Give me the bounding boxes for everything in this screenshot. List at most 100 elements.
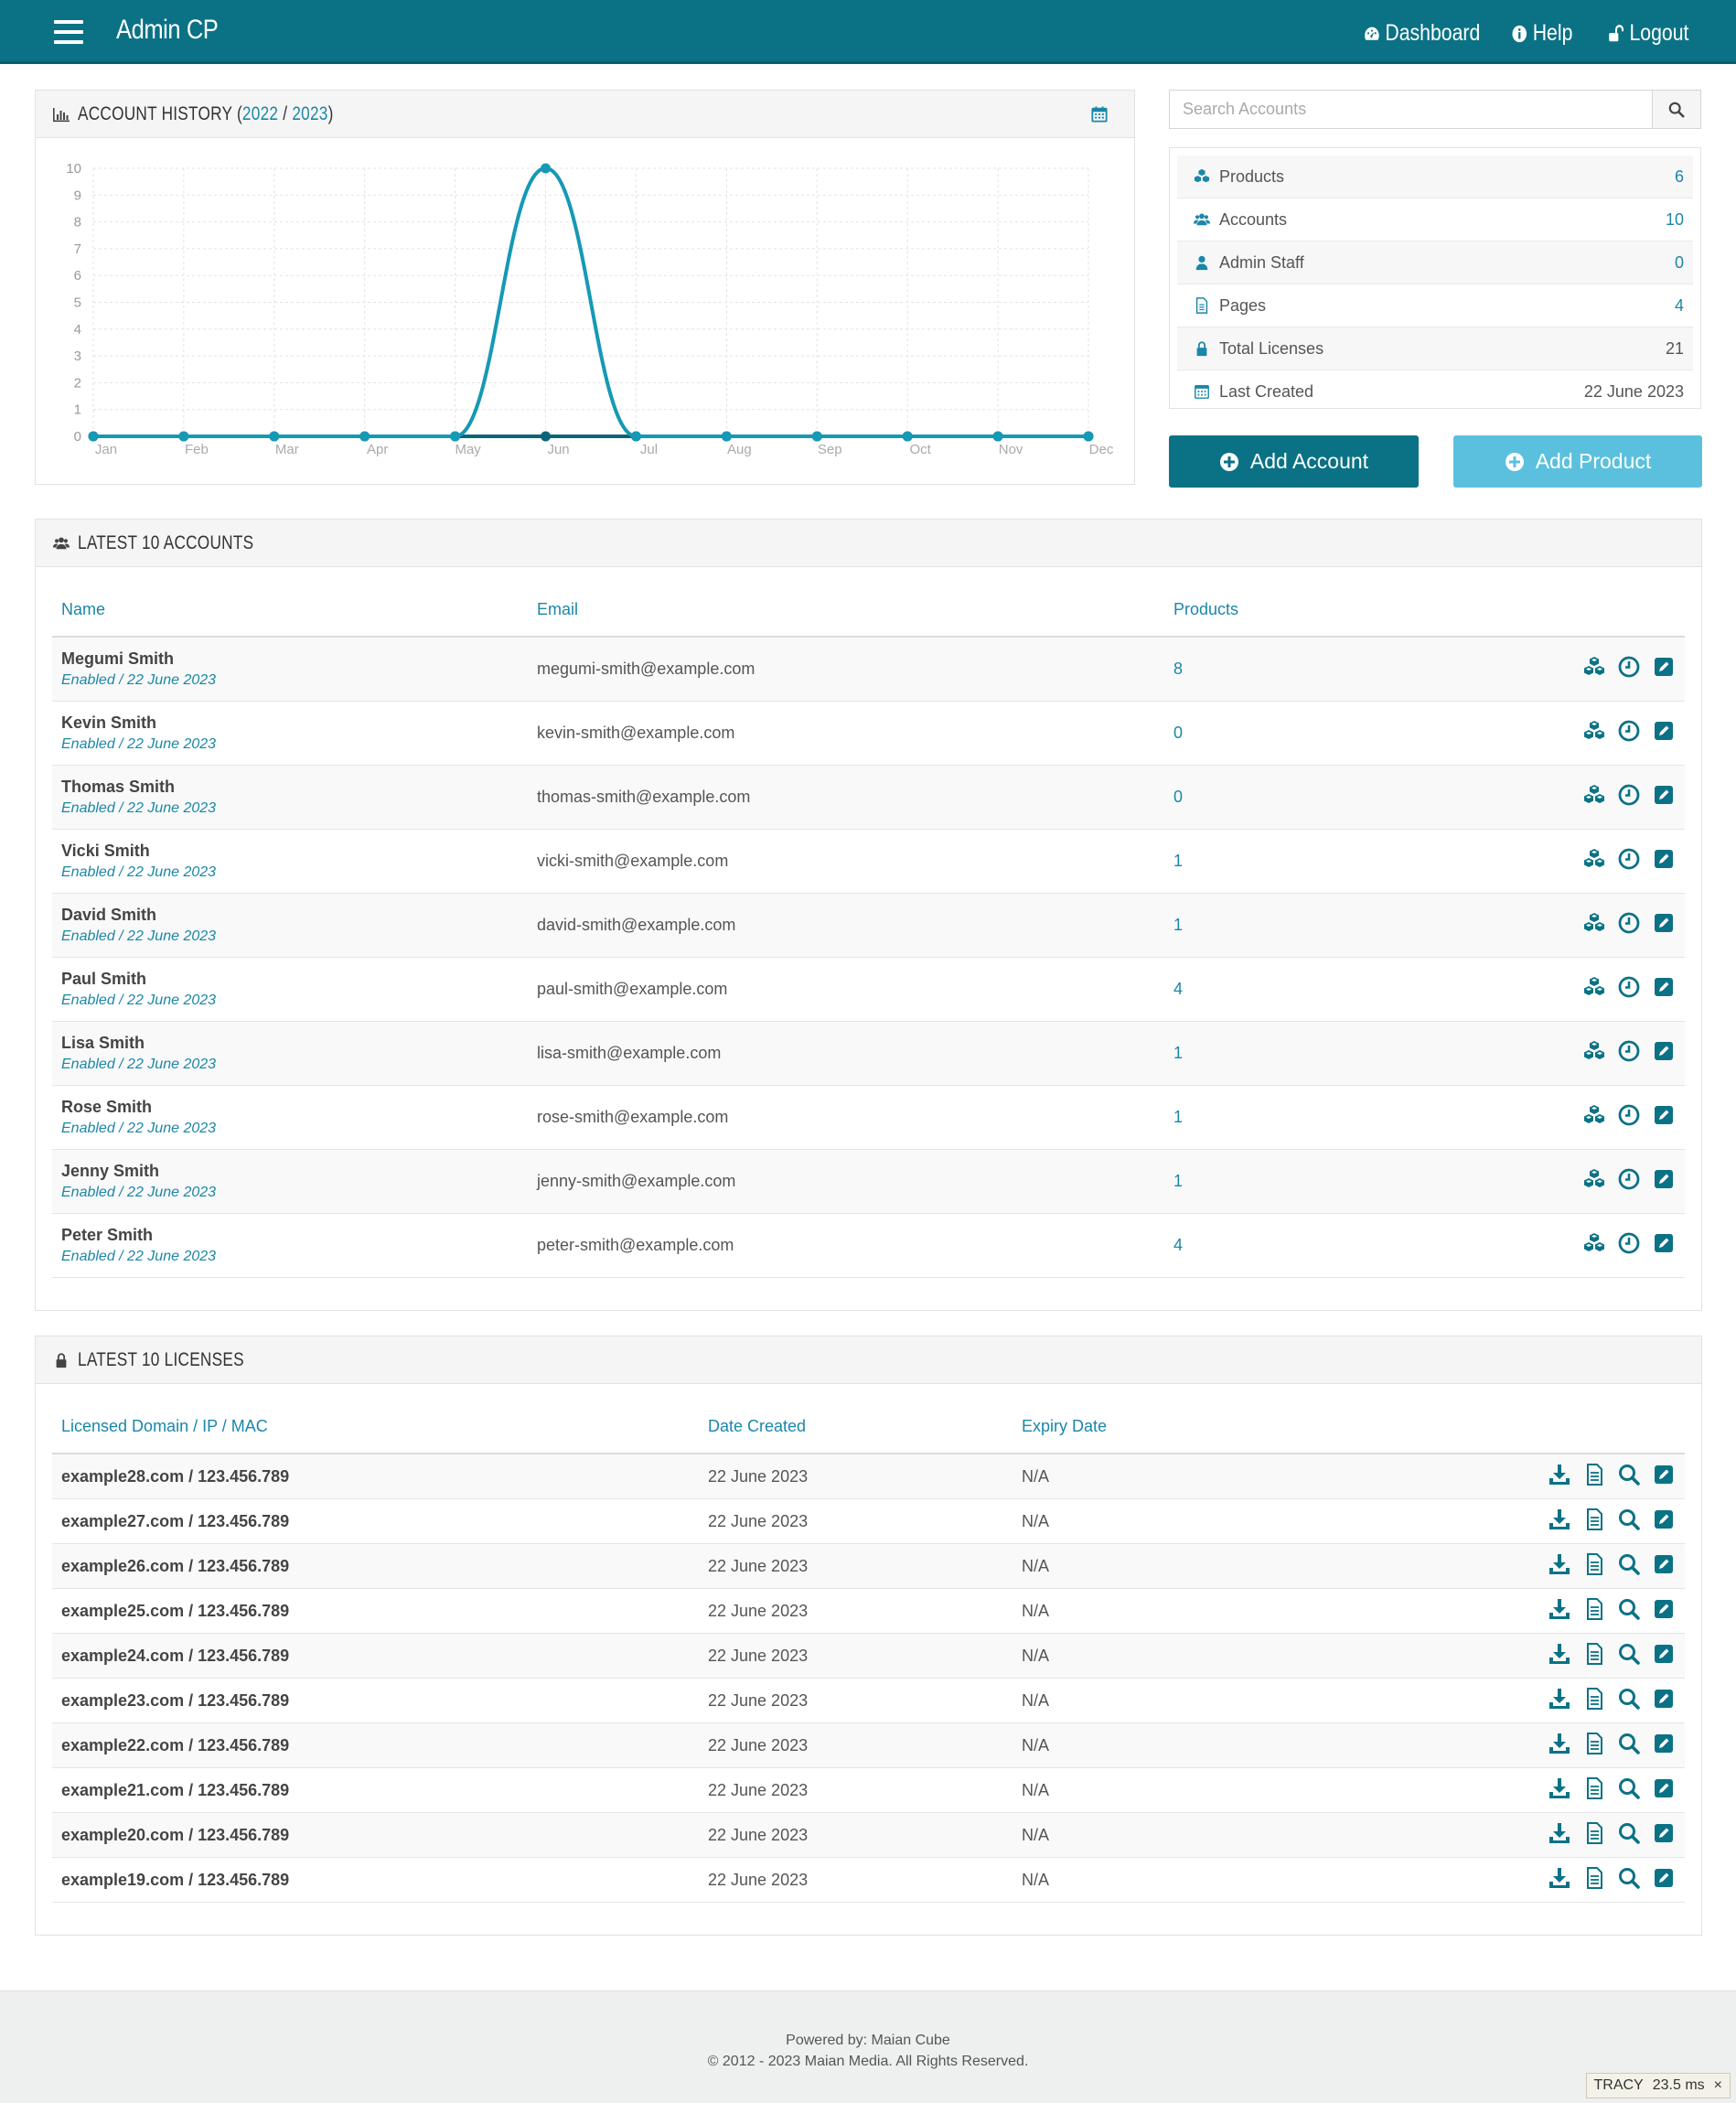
edit-icon[interactable] — [1652, 1103, 1676, 1132]
nav-dashboard[interactable]: Dashboard — [1363, 20, 1480, 47]
download-icon[interactable] — [1548, 1821, 1571, 1850]
search-icon[interactable] — [1617, 1866, 1641, 1894]
history-clock-icon[interactable] — [1617, 655, 1641, 683]
document-icon[interactable] — [1582, 1687, 1606, 1715]
account-name[interactable]: Thomas Smith — [61, 778, 519, 797]
calendar-icon[interactable] — [1090, 106, 1109, 123]
history-clock-icon[interactable] — [1617, 911, 1641, 939]
document-icon[interactable] — [1582, 1866, 1606, 1894]
account-name[interactable]: Paul Smith — [61, 970, 519, 989]
add-product-button[interactable]: Add Product — [1453, 435, 1702, 488]
edit-icon[interactable] — [1652, 1732, 1676, 1760]
edit-icon[interactable] — [1652, 1821, 1676, 1850]
data-point[interactable] — [811, 431, 822, 442]
edit-icon[interactable] — [1652, 1866, 1676, 1894]
edit-icon[interactable] — [1652, 1552, 1676, 1581]
edit-icon[interactable] — [1652, 1039, 1676, 1068]
account-products-count[interactable]: 1 — [1164, 1021, 1376, 1086]
products-icon[interactable] — [1582, 1103, 1606, 1132]
account-name[interactable]: Kevin Smith — [61, 714, 519, 733]
year-2023-link[interactable]: 2023 — [292, 103, 327, 124]
stat-admin-staff-value[interactable]: 0 — [1675, 253, 1684, 273]
data-point[interactable] — [178, 431, 189, 442]
stat-products-value[interactable]: 6 — [1675, 167, 1684, 187]
document-icon[interactable] — [1582, 1642, 1606, 1670]
search-icon[interactable] — [1617, 1642, 1641, 1670]
account-products-count[interactable]: 1 — [1164, 893, 1376, 958]
search-icon[interactable] — [1617, 1552, 1641, 1581]
account-products-count[interactable]: 0 — [1164, 765, 1376, 830]
products-icon[interactable] — [1582, 1039, 1606, 1068]
account-products-count[interactable]: 4 — [1164, 957, 1376, 1022]
products-icon[interactable] — [1582, 847, 1606, 875]
history-clock-icon[interactable] — [1617, 1231, 1641, 1260]
search-icon[interactable] — [1617, 1597, 1641, 1626]
edit-icon[interactable] — [1652, 1508, 1676, 1536]
edit-icon[interactable] — [1652, 1776, 1676, 1805]
add-account-button[interactable]: Add Account — [1169, 435, 1419, 488]
history-clock-icon[interactable] — [1617, 847, 1641, 875]
search-icon[interactable] — [1617, 1821, 1641, 1850]
download-icon[interactable] — [1548, 1508, 1571, 1536]
account-name[interactable]: David Smith — [61, 906, 519, 925]
history-clock-icon[interactable] — [1617, 1039, 1641, 1068]
account-name[interactable]: Megumi Smith — [61, 649, 519, 669]
products-icon[interactable] — [1582, 1167, 1606, 1196]
download-icon[interactable] — [1548, 1776, 1571, 1805]
edit-icon[interactable] — [1652, 1642, 1676, 1670]
search-icon[interactable] — [1617, 1508, 1641, 1536]
history-clock-icon[interactable] — [1617, 1103, 1641, 1132]
search-icon[interactable] — [1617, 1732, 1641, 1760]
edit-icon[interactable] — [1652, 783, 1676, 811]
download-icon[interactable] — [1548, 1866, 1571, 1894]
document-icon[interactable] — [1582, 1597, 1606, 1626]
nav-logout[interactable]: Logout — [1607, 20, 1688, 47]
products-icon[interactable] — [1582, 655, 1606, 683]
account-products-count[interactable]: 1 — [1164, 1149, 1376, 1214]
edit-icon[interactable] — [1652, 1167, 1676, 1196]
account-name[interactable]: Rose Smith — [61, 1098, 519, 1117]
data-point[interactable] — [88, 431, 99, 442]
account-products-count[interactable]: 4 — [1164, 1213, 1376, 1278]
data-point[interactable] — [450, 431, 461, 442]
menu-icon[interactable] — [54, 20, 83, 44]
account-name[interactable]: Vicki Smith — [61, 842, 519, 861]
data-point[interactable] — [269, 431, 280, 442]
stat-pages[interactable]: Pages 4 — [1177, 284, 1693, 327]
data-point[interactable] — [630, 431, 641, 442]
search-icon[interactable] — [1617, 1463, 1641, 1491]
edit-icon[interactable] — [1652, 1687, 1676, 1715]
account-products-count[interactable]: 1 — [1164, 829, 1376, 894]
edit-icon[interactable] — [1652, 719, 1676, 747]
data-point[interactable] — [541, 163, 552, 174]
edit-icon[interactable] — [1652, 1597, 1676, 1626]
edit-icon[interactable] — [1652, 847, 1676, 875]
edit-icon[interactable] — [1652, 911, 1676, 939]
history-clock-icon[interactable] — [1617, 1167, 1641, 1196]
year-2022-link[interactable]: 2022 — [242, 103, 278, 124]
products-icon[interactable] — [1582, 719, 1606, 747]
stat-products[interactable]: Products 6 — [1177, 156, 1693, 198]
history-clock-icon[interactable] — [1617, 975, 1641, 1003]
data-point[interactable] — [902, 431, 913, 442]
stat-pages-value[interactable]: 4 — [1675, 296, 1684, 316]
document-icon[interactable] — [1582, 1552, 1606, 1581]
nav-help[interactable]: Help — [1511, 20, 1573, 47]
account-name[interactable]: Peter Smith — [61, 1226, 519, 1245]
products-icon[interactable] — [1582, 783, 1606, 811]
data-point[interactable] — [359, 431, 370, 442]
stat-admin-staff[interactable]: Admin Staff 0 — [1177, 241, 1693, 284]
edit-icon[interactable] — [1652, 655, 1676, 683]
download-icon[interactable] — [1548, 1687, 1571, 1715]
document-icon[interactable] — [1582, 1508, 1606, 1536]
edit-icon[interactable] — [1652, 975, 1676, 1003]
download-icon[interactable] — [1548, 1552, 1571, 1581]
stat-accounts[interactable]: Accounts 10 — [1177, 198, 1693, 241]
download-icon[interactable] — [1548, 1732, 1571, 1760]
tracy-close[interactable]: × — [1714, 2077, 1722, 2094]
account-products-count[interactable]: 0 — [1164, 701, 1376, 766]
download-icon[interactable] — [1548, 1597, 1571, 1626]
document-icon[interactable] — [1582, 1463, 1606, 1491]
search-accounts-input[interactable] — [1170, 91, 1652, 128]
app-title[interactable]: Admin CP — [116, 15, 219, 46]
